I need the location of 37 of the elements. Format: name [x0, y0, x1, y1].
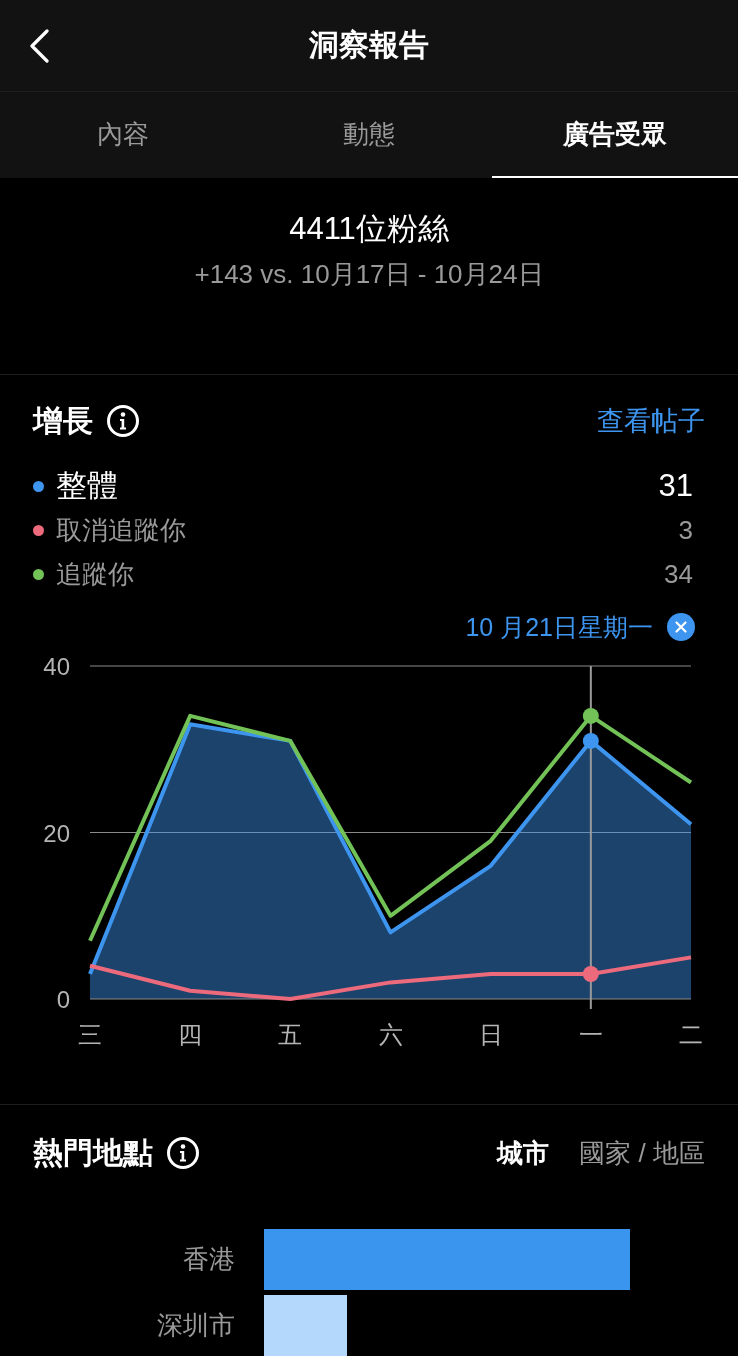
back-icon [29, 28, 49, 63]
filter-tab[interactable]: 城市 [497, 1135, 550, 1171]
section-title: 增長 [33, 402, 93, 439]
legend-label: 取消追蹤你 [56, 513, 186, 547]
follower-change: +143 vs. 10月17日 - 10月24日 [194, 258, 544, 291]
info-icon[interactable] [107, 405, 139, 437]
data-point-icon [582, 732, 599, 749]
section-title: 熱門地點 [33, 1134, 153, 1171]
y-axis-label: 0 [56, 986, 70, 1013]
selected-date: 10 月21日星期一 [465, 611, 653, 643]
x-axis-label: 一 [578, 1021, 603, 1048]
legend-value: 3 [678, 514, 693, 546]
page-title: 洞察報告 [308, 27, 430, 63]
tab[interactable]: 廣告受眾 [492, 92, 738, 178]
close-icon[interactable] [667, 613, 695, 641]
follower-count: 4411位粉絲 [289, 210, 449, 248]
data-point-icon [582, 966, 599, 983]
legend-label: 追蹤你 [56, 557, 134, 591]
info-icon[interactable] [167, 1137, 199, 1169]
tab[interactable]: 動態 [246, 92, 492, 178]
x-axis-label: 五 [278, 1021, 303, 1048]
location-label: 香港 [182, 1243, 235, 1276]
tab[interactable]: 內容 [0, 92, 246, 178]
x-axis-label: 三 [78, 1021, 102, 1048]
view-posts-link[interactable]: 查看帖子 [597, 403, 705, 439]
location-label: 深圳市 [156, 1309, 235, 1342]
y-axis-label: 20 [43, 819, 70, 847]
x-axis-label: 日 [478, 1021, 503, 1048]
legend-value: 34 [664, 558, 693, 590]
data-point-icon [582, 707, 599, 724]
x-axis-label: 六 [378, 1021, 403, 1048]
x-axis-label: 二 [679, 1021, 703, 1048]
legend-label: 整體 [56, 467, 118, 505]
x-axis-label: 四 [178, 1021, 203, 1048]
legend-value: 31 [658, 468, 693, 504]
filter-tab[interactable]: 國家 / 地區 [579, 1135, 705, 1171]
y-axis-label: 40 [43, 653, 70, 680]
